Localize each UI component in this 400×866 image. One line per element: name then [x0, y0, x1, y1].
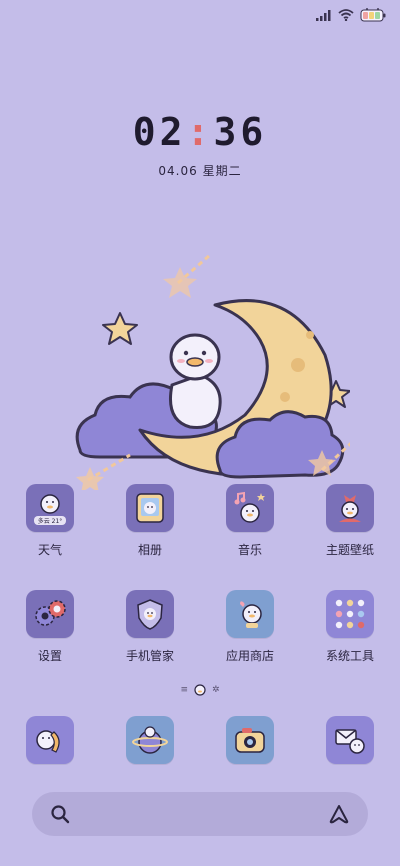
- date-weekday: 星期二: [202, 164, 242, 178]
- tools-folder-icon[interactable]: [326, 590, 374, 638]
- search-icon[interactable]: [50, 804, 70, 824]
- weather-icon-text: 多云 21°: [38, 517, 63, 525]
- duck-moon-wallpaper-illustration: [75, 253, 350, 490]
- phone-icon[interactable]: [26, 716, 74, 764]
- shield-icon[interactable]: [126, 590, 174, 638]
- battery-icon: [360, 8, 386, 22]
- app-grid-row-2: 设置 手机管家 应用商店 系统工具: [0, 590, 400, 664]
- page-indicator[interactable]: ≡ ✲: [0, 684, 400, 696]
- clock-date: 04.06 星期二: [0, 162, 400, 179]
- theme-icon[interactable]: [326, 484, 374, 532]
- app-store-icon[interactable]: [226, 590, 274, 638]
- app-weather[interactable]: 多云 21° 天气: [0, 484, 100, 558]
- lock-clock-widget[interactable]: 02:36 04.06 星期二: [0, 112, 400, 179]
- app-label: 天气: [37, 543, 62, 557]
- app-phone-manager[interactable]: 手机管家: [100, 590, 200, 664]
- dock-app-messages[interactable]: [300, 716, 400, 764]
- assistant-icon[interactable]: [328, 804, 350, 824]
- clock-minutes: 36: [213, 110, 268, 154]
- app-label: 手机管家: [125, 649, 174, 663]
- weather-icon[interactable]: 多云 21°: [26, 484, 74, 532]
- clock-separator: :: [186, 110, 214, 154]
- messages-envelope-icon[interactable]: [326, 716, 374, 764]
- cellular-signal-icon: [316, 9, 331, 21]
- app-label: 应用商店: [225, 649, 274, 663]
- star-icon: [102, 312, 138, 345]
- shooting-star-icon: [163, 253, 211, 298]
- settings-gear-icon[interactable]: [26, 590, 74, 638]
- clock-time: 02:36: [0, 112, 400, 152]
- app-gallery[interactable]: 相册: [100, 484, 200, 558]
- gallery-icon[interactable]: [126, 484, 174, 532]
- app-grid-row-1: 多云 21° 天气 相册 音乐 主题壁纸: [0, 484, 400, 558]
- dock-app-browser[interactable]: [100, 716, 200, 764]
- app-system-tools-folder[interactable]: 系统工具: [300, 590, 400, 664]
- page-list-icon: ≡: [180, 685, 188, 695]
- status-bar: [316, 8, 386, 22]
- app-music[interactable]: 音乐: [200, 484, 300, 558]
- search-bar[interactable]: [32, 792, 368, 836]
- page-dot-active-icon: [194, 684, 206, 696]
- app-store[interactable]: 应用商店: [200, 590, 300, 664]
- app-themes[interactable]: 主题壁纸: [300, 484, 400, 558]
- app-settings[interactable]: 设置: [0, 590, 100, 664]
- app-label: 设置: [37, 649, 62, 663]
- dock-app-camera[interactable]: [200, 716, 300, 764]
- date-day: 04.06: [158, 164, 198, 178]
- clock-hours: 02: [132, 110, 187, 154]
- camera-icon[interactable]: [226, 716, 274, 764]
- duck-character-icon: [169, 333, 222, 430]
- app-label: 系统工具: [325, 649, 374, 663]
- dock-app-phone[interactable]: [0, 716, 100, 764]
- browser-planet-icon[interactable]: [126, 716, 174, 764]
- music-icon[interactable]: [226, 484, 274, 532]
- app-label: 主题壁纸: [325, 543, 374, 557]
- dock: [0, 716, 400, 764]
- page-star-icon: ✲: [212, 685, 220, 695]
- app-label: 相册: [137, 543, 162, 557]
- app-label: 音乐: [237, 543, 262, 557]
- wifi-icon: [338, 9, 354, 21]
